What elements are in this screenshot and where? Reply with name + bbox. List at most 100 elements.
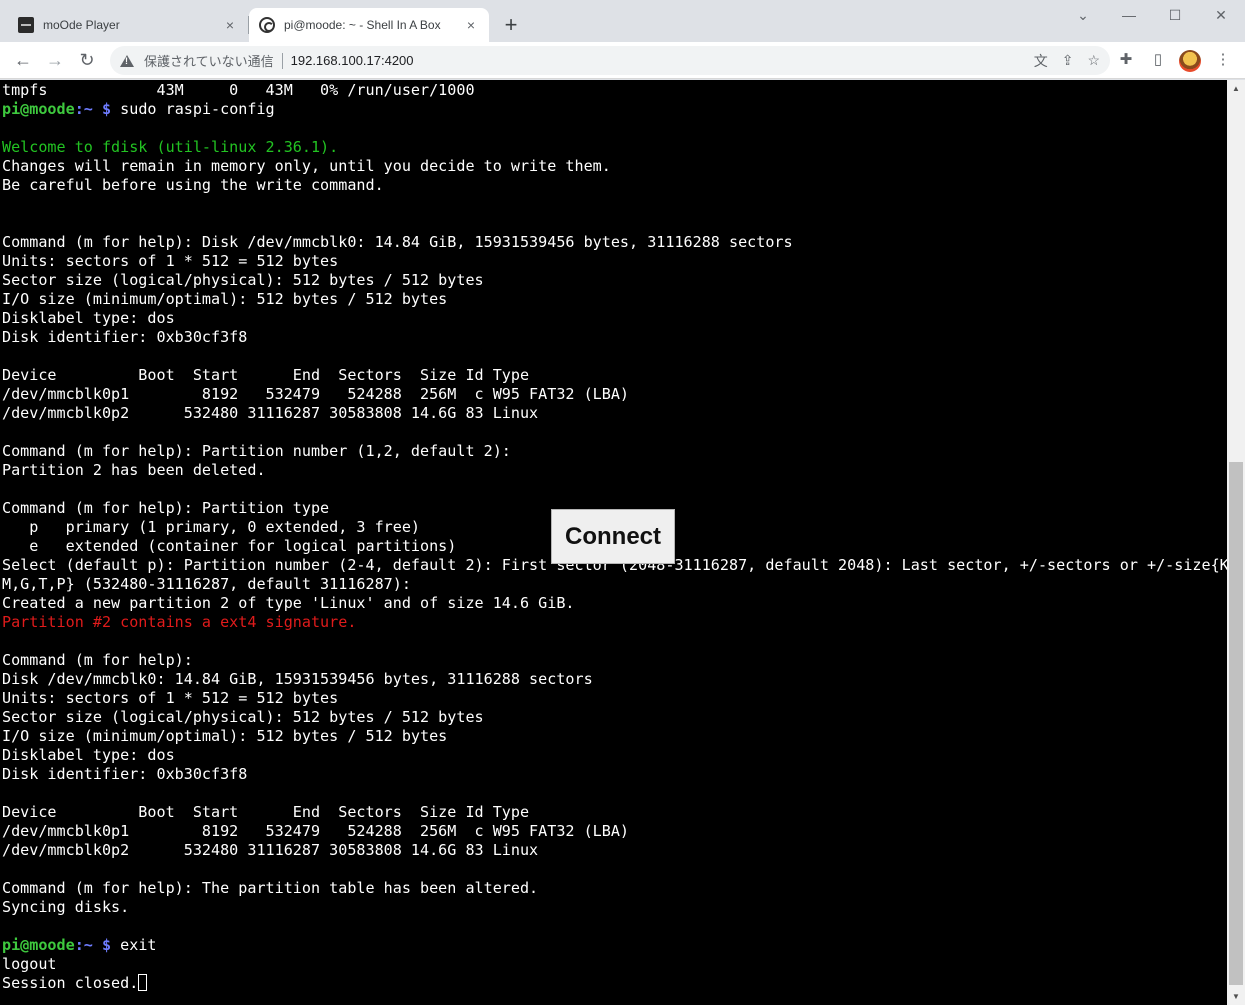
tab-close-icon[interactable]: × [463,17,479,33]
profile-avatar[interactable] [1179,50,1201,72]
terminal-line-text: tmpfs 43M 0 43M 0% /run/user/1000 [2,81,475,99]
side-panel-icon[interactable]: ▯ [1145,47,1171,73]
terminal-line: pi@moode:~ $ sudo raspi-config [2,100,1227,119]
terminal-line-text: sudo raspi-config [111,100,275,118]
terminal-line: Command (m for help): The partition tabl… [2,879,1227,898]
terminal-line: Disk /dev/mmcblk0: 14.84 GiB, 1593153945… [2,670,1227,689]
terminal-line: Syncing disks. [2,898,1227,917]
extensions-puzzle-icon[interactable]: ✚ [1113,47,1139,73]
url-text[interactable]: 192.168.100.17:4200 [291,53,414,68]
terminal-line-text: Be careful before using the write comman… [2,176,384,194]
prompt-path: ~ [83,100,93,118]
terminal-line-text: Command (m for help): [2,651,193,669]
terminal-line-text: Command (m for help): Disk /dev/mmcblk0:… [2,233,793,251]
tab-search-chevron-icon[interactable]: ⌄ [1060,4,1106,26]
terminal-line-text: Syncing disks. [2,898,130,916]
terminal-line-text: e extended (container for logical partit… [2,537,457,555]
prompt-user: pi@moode [2,936,75,954]
tab-title: moOde Player [43,18,120,32]
terminal-line: Created a new partition 2 of type 'Linux… [2,594,1227,613]
new-tab-button[interactable]: + [498,13,524,39]
terminal-line-text: Disk identifier: 0xb30cf3f8 [2,765,248,783]
terminal-line: Disklabel type: dos [2,309,1227,328]
prompt-symbol: $ [101,100,112,118]
terminal-cursor [138,974,148,991]
terminal-line-text: M,G,T,P} (532480-31116287, default 31116… [2,575,411,593]
not-secure-warning-icon[interactable] [120,54,134,67]
terminal-line-text: Changes will remain in memory only, unti… [2,157,611,175]
terminal-line-text: Command (m for help): The partition tabl… [2,879,539,897]
close-window-button[interactable]: ✕ [1198,4,1244,26]
terminal-line-text: I/O size (minimum/optimal): 512 bytes / … [2,727,448,745]
terminal-line: Disklabel type: dos [2,746,1227,765]
terminal-line: Units: sectors of 1 * 512 = 512 bytes [2,252,1227,271]
terminal-line-text: Disk /dev/mmcblk0: 14.84 GiB, 1593153945… [2,670,593,688]
tab-close-icon[interactable]: × [222,17,238,33]
share-icon[interactable]: ⇪ [1062,52,1074,69]
tab-shell-in-a-box[interactable]: pi@moode: ~ - Shell In A Box × [249,8,489,42]
terminal-line-text: Command (m for help): Partition type [2,499,330,517]
minimize-button[interactable]: — [1106,4,1152,26]
shellinabox-favicon-icon [259,17,275,33]
terminal-line-text: Disklabel type: dos [2,309,175,327]
terminal-line-text: /dev/mmcblk0p2 532480 31116287 30583808 … [2,841,539,859]
terminal-line-text: Partition 2 has been deleted. [2,461,266,479]
terminal-line-text: /dev/mmcblk0p1 8192 532479 524288 256M c… [2,385,630,403]
terminal-line: Session closed. [2,974,1227,993]
moode-favicon-icon [18,17,34,33]
translate-icon[interactable]: 文 [1034,51,1048,71]
terminal-line-text: Partition #2 contains a ext4 signature. [2,613,357,631]
terminal-line-text: /dev/mmcblk0p1 8192 532479 524288 256M c… [2,822,630,840]
terminal-line: Sector size (logical/physical): 512 byte… [2,271,1227,290]
bookmark-star-icon[interactable]: ☆ [1087,52,1100,69]
back-arrow-icon[interactable]: ← [10,47,36,73]
terminal-line-text: Welcome to fdisk (util-linux 2.36.1). [2,138,339,156]
forward-arrow-icon[interactable]: → [42,47,68,73]
terminal-line-text: Disk identifier: 0xb30cf3f8 [2,328,248,346]
terminal-line: pi@moode:~ $ exit [2,936,1227,955]
terminal-scrollbar[interactable]: ▲ ▼ [1227,80,1245,1005]
tab-moode-player[interactable]: moOde Player × [8,8,248,42]
terminal-line: Sector size (logical/physical): 512 byte… [2,708,1227,727]
terminal-line: logout [2,955,1227,974]
scroll-down-arrow-icon[interactable]: ▼ [1227,988,1245,1005]
security-label[interactable]: 保護されていない通信 [144,51,274,70]
terminal-line: Device Boot Start End Sectors Size Id Ty… [2,803,1227,822]
terminal-line: Command (m for help): Disk /dev/mmcblk0:… [2,233,1227,252]
terminal-line-text: logout [2,955,57,973]
terminal-line-text: Created a new partition 2 of type 'Linux… [2,594,575,612]
terminal-line-text: /dev/mmcblk0p2 532480 31116287 30583808 … [2,404,539,422]
terminal-line-text: exit [111,936,157,954]
terminal-line: Changes will remain in memory only, unti… [2,157,1227,176]
terminal-line-text: Sector size (logical/physical): 512 byte… [2,271,484,289]
reload-icon[interactable]: ↻ [74,47,100,73]
maximize-button[interactable]: ☐ [1152,4,1198,26]
prompt-symbol: $ [101,936,112,954]
scroll-thumb[interactable] [1229,462,1243,985]
terminal-line: Command (m for help): Partition number (… [2,442,1227,461]
address-bar[interactable]: 保護されていない通信 192.168.100.17:4200 文 ⇪ ☆ [110,46,1110,75]
connect-button[interactable]: Connect [551,509,675,564]
terminal-line: Units: sectors of 1 * 512 = 512 bytes [2,689,1227,708]
terminal-line-text: Disklabel type: dos [2,746,175,764]
terminal-line: /dev/mmcblk0p1 8192 532479 524288 256M c… [2,385,1227,404]
scroll-up-arrow-icon[interactable]: ▲ [1227,80,1245,97]
terminal-line: Be careful before using the write comman… [2,176,1227,195]
terminal-line-text: Units: sectors of 1 * 512 = 512 bytes [2,252,339,270]
terminal-line: /dev/mmcblk0p2 532480 31116287 30583808 … [2,404,1227,423]
browser-toolbar: ← → ↻ 保護されていない通信 192.168.100.17:4200 文 ⇪… [0,42,1245,79]
prompt-colon: : [74,100,84,118]
tab-title: pi@moode: ~ - Shell In A Box [284,18,441,32]
terminal-line: Disk identifier: 0xb30cf3f8 [2,765,1227,784]
menu-kebab-icon[interactable]: ⋮ [1210,47,1236,73]
